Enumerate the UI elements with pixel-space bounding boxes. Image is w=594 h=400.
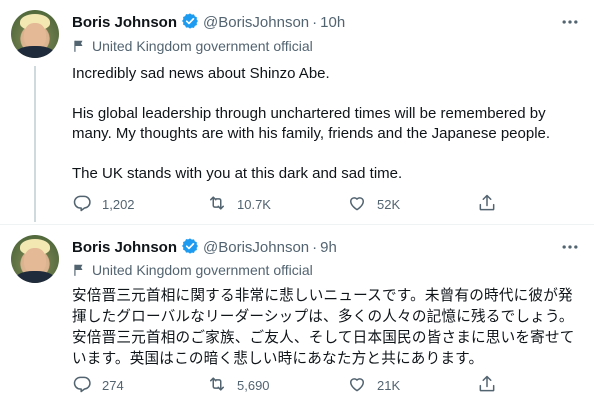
separator-dot: · <box>312 239 318 256</box>
verified-badge-icon <box>181 237 199 259</box>
tweet-text: Incredibly sad news about Shinzo Abe. Hi… <box>72 64 582 184</box>
avatar-suit <box>15 46 55 58</box>
retweet-count: 10.7K <box>237 197 271 212</box>
like-button[interactable]: 21K <box>347 374 400 397</box>
heart-icon <box>347 193 377 216</box>
avatar[interactable] <box>11 10 59 58</box>
thread-line <box>34 66 36 222</box>
tweet-actions: 1,202 10.7K 52K <box>72 193 512 213</box>
tweet[interactable]: Boris Johnson @BorisJohnson · 9h United Kin… <box>0 225 594 400</box>
flag-icon <box>72 38 92 54</box>
retweet-icon <box>207 193 237 216</box>
share-icon <box>477 193 507 216</box>
reply-button[interactable]: 1,202 <box>72 193 135 216</box>
retweet-count: 5,690 <box>237 378 270 393</box>
reply-button[interactable]: 274 <box>72 374 124 397</box>
avatar[interactable] <box>11 235 59 283</box>
label-text: United Kingdom government official <box>92 38 313 54</box>
separator-dot: · <box>312 14 318 31</box>
tweet-text: 安倍晋三元首相に関する非常に悲しいニュースです。未曾有の時代に彼が発揮したグロー… <box>72 288 575 367</box>
more-dots-icon[interactable] <box>560 12 580 32</box>
tweet-timestamp[interactable]: 10h <box>320 14 345 31</box>
like-count: 52K <box>377 197 401 212</box>
retweet-button[interactable]: 10.7K <box>207 193 271 216</box>
like-count: 21K <box>377 378 401 393</box>
author-handle[interactable]: @BorisJohnson <box>203 14 309 31</box>
government-label[interactable]: United Kingdom government official <box>72 38 313 54</box>
tweet[interactable]: Boris Johnson @BorisJohnson · 10h United Ki… <box>0 0 594 225</box>
tweet-paragraph: His global leadership through unchartere… <box>72 105 551 142</box>
avatar-suit <box>15 271 55 283</box>
retweet-button[interactable]: 5,690 <box>207 374 270 397</box>
tweet-header: Boris Johnson @BorisJohnson · 9h <box>72 237 337 259</box>
verified-badge-icon <box>181 12 199 34</box>
tweet-actions: 274 5,690 21K <box>72 374 512 394</box>
share-button[interactable] <box>477 193 507 216</box>
retweet-icon <box>207 374 237 397</box>
author-name[interactable]: Boris Johnson <box>72 14 177 31</box>
share-button[interactable] <box>477 374 507 397</box>
reply-icon <box>72 193 102 216</box>
tweet-paragraph: The UK stands with you at this dark and … <box>72 165 403 182</box>
tweet-timestamp[interactable]: 9h <box>320 239 337 256</box>
like-button[interactable]: 52K <box>347 193 400 216</box>
reply-count: 274 <box>102 378 124 393</box>
heart-icon <box>347 374 377 397</box>
label-text: United Kingdom government official <box>92 262 313 278</box>
reply-icon <box>72 374 102 397</box>
author-name[interactable]: Boris Johnson <box>72 239 177 256</box>
tweet-header: Boris Johnson @BorisJohnson · 10h <box>72 12 345 34</box>
author-handle[interactable]: @BorisJohnson <box>203 239 309 256</box>
tweet-paragraph: Incredibly sad news about Shinzo Abe. <box>72 65 330 82</box>
reply-count: 1,202 <box>102 197 135 212</box>
flag-icon <box>72 262 92 278</box>
more-dots-icon[interactable] <box>560 237 580 257</box>
government-label[interactable]: United Kingdom government official <box>72 262 313 278</box>
share-icon <box>477 374 507 397</box>
